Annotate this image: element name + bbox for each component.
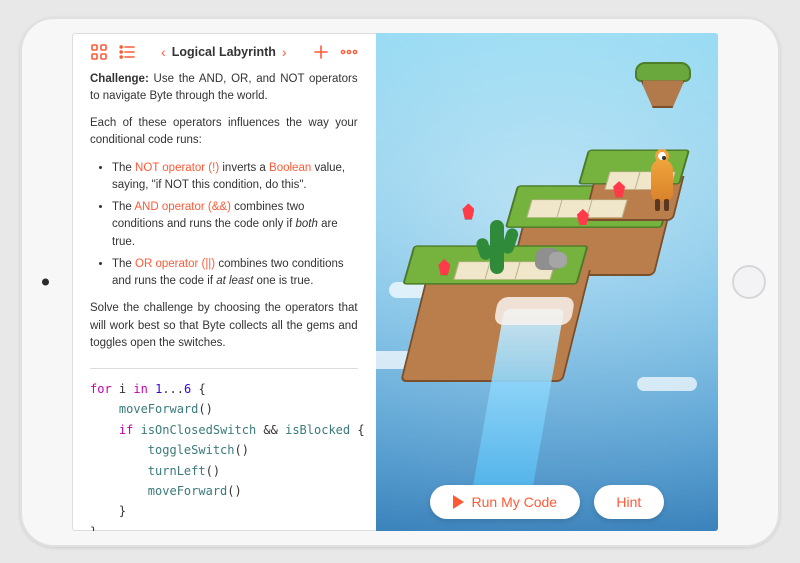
code-editor[interactable]: for i in 1...6 { moveForward() if isOnCl… [90, 379, 358, 531]
more-icon[interactable] [340, 43, 358, 61]
hint-label: Hint [616, 494, 641, 510]
hint-button[interactable]: Hint [594, 485, 664, 519]
instructions-intro: Each of these operators influences the w… [90, 115, 358, 150]
ipad-home-button[interactable] [732, 265, 766, 299]
plus-icon[interactable] [312, 43, 330, 61]
action-button-row: Run My Code Hint [376, 485, 718, 519]
byte-character [651, 159, 673, 201]
game-world[interactable]: Run My Code Hint [376, 33, 718, 531]
challenge-label: Challenge: [90, 73, 149, 85]
app-screen: ‹ Logical Labyrinth › Challenge: Use the… [72, 33, 718, 531]
list-item: The OR operator (||) combines two condit… [112, 256, 358, 291]
operator-list: The NOT operator (!) inverts a Boolean v… [90, 160, 358, 291]
ipad-camera [42, 278, 49, 285]
instructions-text: Challenge: Use the AND, OR, and NOT oper… [90, 71, 358, 363]
chevron-left-icon[interactable]: ‹ [161, 45, 166, 59]
grid-icon[interactable] [90, 43, 108, 61]
toolbar: ‹ Logical Labyrinth › [90, 43, 358, 61]
rock [535, 248, 561, 270]
ipad-frame: ‹ Logical Labyrinth › Challenge: Use the… [20, 17, 780, 547]
list-item: The NOT operator (!) inverts a Boolean v… [112, 160, 358, 195]
run-code-label: Run My Code [472, 494, 558, 510]
floating-island [635, 62, 691, 108]
instructions-outro: Solve the challenge by choosing the oper… [90, 300, 358, 352]
play-icon [453, 495, 464, 509]
list-icon[interactable] [118, 43, 136, 61]
lesson-title-group: ‹ Logical Labyrinth › [161, 45, 287, 59]
instructions-pane: ‹ Logical Labyrinth › Challenge: Use the… [72, 33, 376, 531]
gem [462, 203, 474, 219]
main-island [396, 142, 697, 421]
cactus [490, 220, 504, 274]
chevron-right-icon[interactable]: › [282, 45, 287, 59]
list-item: The AND operator (&&) combines two condi… [112, 199, 358, 251]
lesson-title: Logical Labyrinth [172, 45, 276, 59]
divider [90, 368, 358, 369]
run-code-button[interactable]: Run My Code [430, 485, 580, 519]
